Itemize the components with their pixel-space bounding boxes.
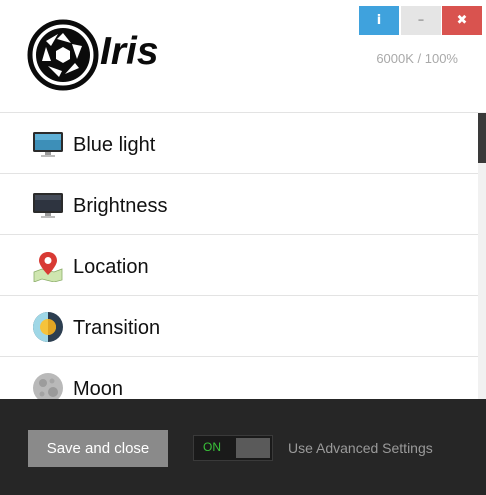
minimize-icon: – (417, 13, 425, 28)
menu-item-brightness[interactable]: Brightness (0, 174, 478, 235)
advanced-settings-label: Use Advanced Settings (288, 440, 433, 456)
menu-item-location[interactable]: Location (0, 235, 478, 296)
menu-item-label: Blue light (73, 134, 156, 156)
close-button[interactable]: ✖ (442, 6, 482, 35)
menu-item-label: Transition (73, 317, 161, 339)
monitor-icon (33, 132, 63, 157)
map-pin-icon (33, 252, 63, 282)
moon-icon (33, 373, 63, 399)
info-icon: i (376, 13, 382, 28)
settings-menu: Blue light Brightness Location Transitio… (0, 112, 478, 399)
sun-clock-icon (33, 312, 63, 342)
menu-item-moon[interactable]: Moon (0, 357, 478, 399)
status-readout: 6000K / 100% (376, 51, 458, 66)
aperture-icon (27, 19, 99, 91)
scrollbar-thumb[interactable] (478, 113, 486, 163)
header: Iris i – ✖ 6000K / 100% (0, 0, 486, 112)
close-icon: ✖ (456, 13, 468, 28)
toggle-state-label: ON (203, 440, 221, 454)
footer-bar: Save and close ON Use Advanced Settings (0, 399, 486, 495)
toggle-knob (236, 438, 270, 458)
iris-window: Iris i – ✖ 6000K / 100% Blue light Brigh… (0, 0, 486, 495)
minimize-button[interactable]: – (401, 6, 441, 35)
menu-item-label: Location (73, 256, 149, 278)
advanced-settings-toggle[interactable]: ON (193, 435, 273, 461)
info-button[interactable]: i (359, 6, 399, 35)
save-and-close-button[interactable]: Save and close (28, 430, 168, 467)
app-logo: Iris (27, 19, 177, 91)
monitor-dark-icon (33, 193, 63, 218)
menu-item-transition[interactable]: Transition (0, 296, 478, 357)
app-name: Iris (100, 30, 159, 73)
menu-item-blue-light[interactable]: Blue light (0, 113, 478, 174)
menu-item-label: Moon (73, 378, 124, 399)
menu-item-label: Brightness (73, 195, 168, 217)
